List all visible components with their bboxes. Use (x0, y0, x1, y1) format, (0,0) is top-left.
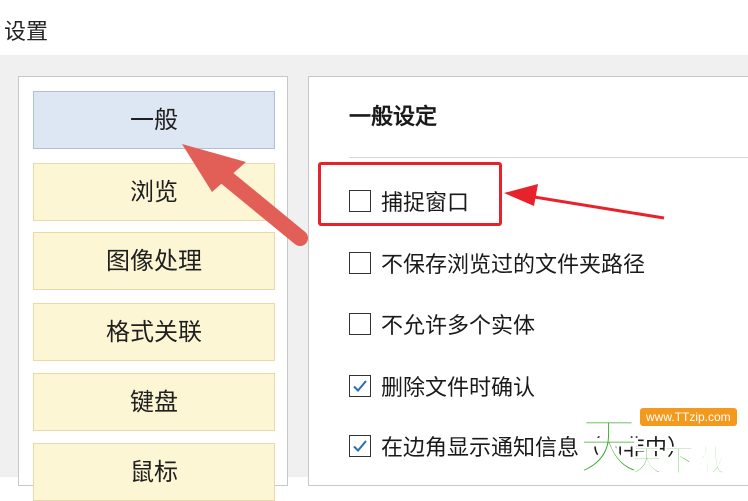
watermark-big-char: 天 (577, 409, 641, 484)
big-arrow-icon (182, 144, 308, 246)
thin-arrow-icon (504, 184, 665, 220)
watermark-url: www.TTzip.com (640, 408, 737, 426)
watermark-logo: 天 www.TTzip.com 天下载 (570, 402, 748, 484)
watermark-text: 天下载 (632, 444, 728, 480)
